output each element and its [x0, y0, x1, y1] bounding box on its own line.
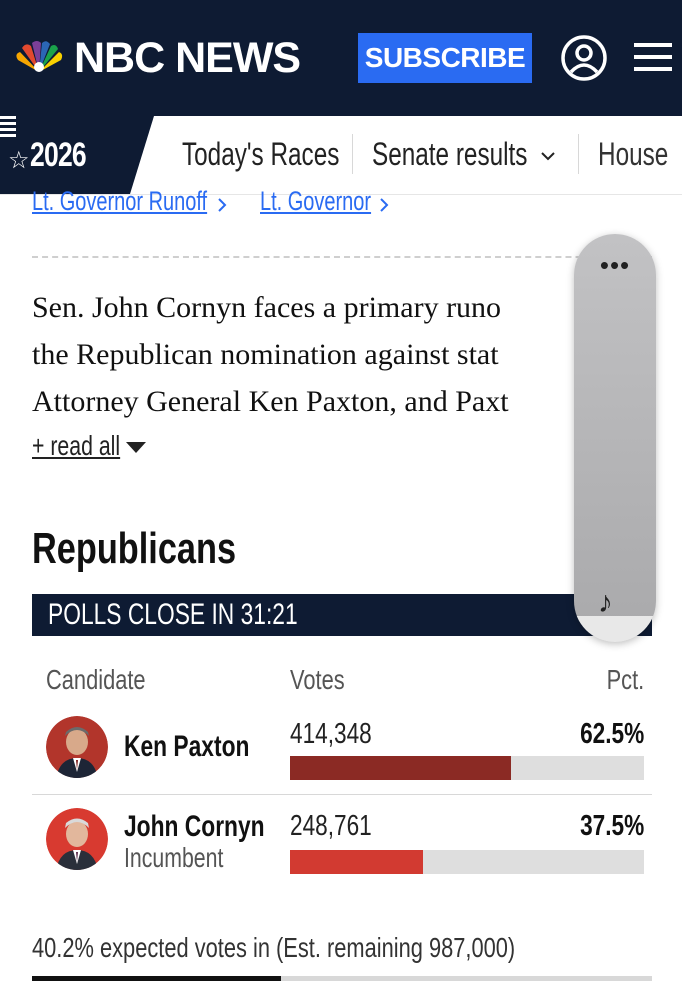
- candidate-avatar: [46, 808, 108, 870]
- badge-year: 2026: [30, 136, 87, 174]
- party-heading: Republicans: [32, 524, 237, 573]
- player-footer: [574, 616, 656, 642]
- music-note-icon[interactable]: ♪: [598, 586, 613, 620]
- summary-line: Attorney General Ken Paxton, and Paxt: [32, 385, 509, 418]
- tab-house[interactable]: House: [598, 134, 682, 174]
- lt-governor-link[interactable]: Lt. Governor: [260, 186, 371, 217]
- column-header-candidate: Candidate: [46, 664, 146, 695]
- column-header-pct: Pct.: [606, 664, 644, 695]
- vote-share-fill: [290, 850, 423, 874]
- summary-line: the Republican nomination against stat: [32, 338, 499, 371]
- row-divider: [32, 794, 652, 795]
- floating-player[interactable]: ••• ♪: [574, 234, 656, 642]
- nav-divider: [352, 134, 353, 174]
- candidate-avatar: [46, 716, 108, 778]
- account-icon[interactable]: [560, 34, 608, 82]
- star-icon: ☆: [8, 147, 30, 174]
- subscribe-button[interactable]: SUBSCRIBE: [358, 33, 532, 83]
- vote-share-bar: [290, 756, 644, 780]
- more-dots-icon[interactable]: •••: [574, 252, 656, 278]
- brand-name: NBC NEWS: [74, 34, 301, 82]
- incumbent-label: Incumbent: [124, 842, 224, 873]
- section-divider: [32, 256, 652, 258]
- caret-down-icon[interactable]: [126, 442, 146, 453]
- vote-share-bar: [290, 850, 644, 874]
- candidate-votes: 414,348: [290, 718, 372, 750]
- expected-votes-text: 40.2% expected votes in (Est. remaining …: [32, 932, 516, 963]
- tab-senate-results[interactable]: Senate results: [372, 134, 527, 174]
- nbc-news-logo[interactable]: NBC NEWS: [12, 34, 312, 82]
- candidate-name: John Cornyn: [124, 810, 265, 843]
- election-2026-badge[interactable]: ☆ 2026: [0, 116, 154, 194]
- column-header-votes: Votes: [290, 664, 345, 695]
- tab-todays-races[interactable]: Today's Races: [182, 134, 339, 174]
- stripes-icon: [0, 116, 16, 137]
- polls-close-banner: POLLS CLOSE IN 31:21: [32, 594, 652, 636]
- expected-votes-fill: [32, 976, 282, 981]
- candidate-pct: 37.5%: [579, 810, 644, 842]
- candidate-pct: 62.5%: [579, 718, 644, 750]
- chevron-down-icon[interactable]: [540, 150, 556, 162]
- candidate-photo: [46, 716, 108, 778]
- candidate-photo: [46, 808, 108, 870]
- top-bar: NBC NEWS SUBSCRIBE: [0, 0, 682, 116]
- read-all-link[interactable]: + read all: [32, 430, 120, 462]
- candidate-name: Ken Paxton: [124, 730, 250, 763]
- summary-line: Sen. John Cornyn faces a primary runo: [32, 291, 502, 324]
- polls-close-text: POLLS CLOSE IN 31:21: [48, 598, 298, 631]
- vote-share-fill: [290, 756, 512, 780]
- lt-governor-runoff-link[interactable]: Lt. Governor Runoff: [32, 186, 207, 217]
- chevron-right-icon: [380, 198, 389, 212]
- expected-votes-bar: [32, 976, 652, 981]
- peacock-icon: [16, 41, 63, 72]
- chevron-right-icon: [218, 198, 227, 212]
- hamburger-menu-icon[interactable]: [634, 40, 672, 74]
- race-summary: Sen. John Cornyn faces a primary runo th…: [32, 284, 652, 425]
- candidate-votes: 248,761: [290, 810, 372, 842]
- nav-divider: [578, 134, 579, 174]
